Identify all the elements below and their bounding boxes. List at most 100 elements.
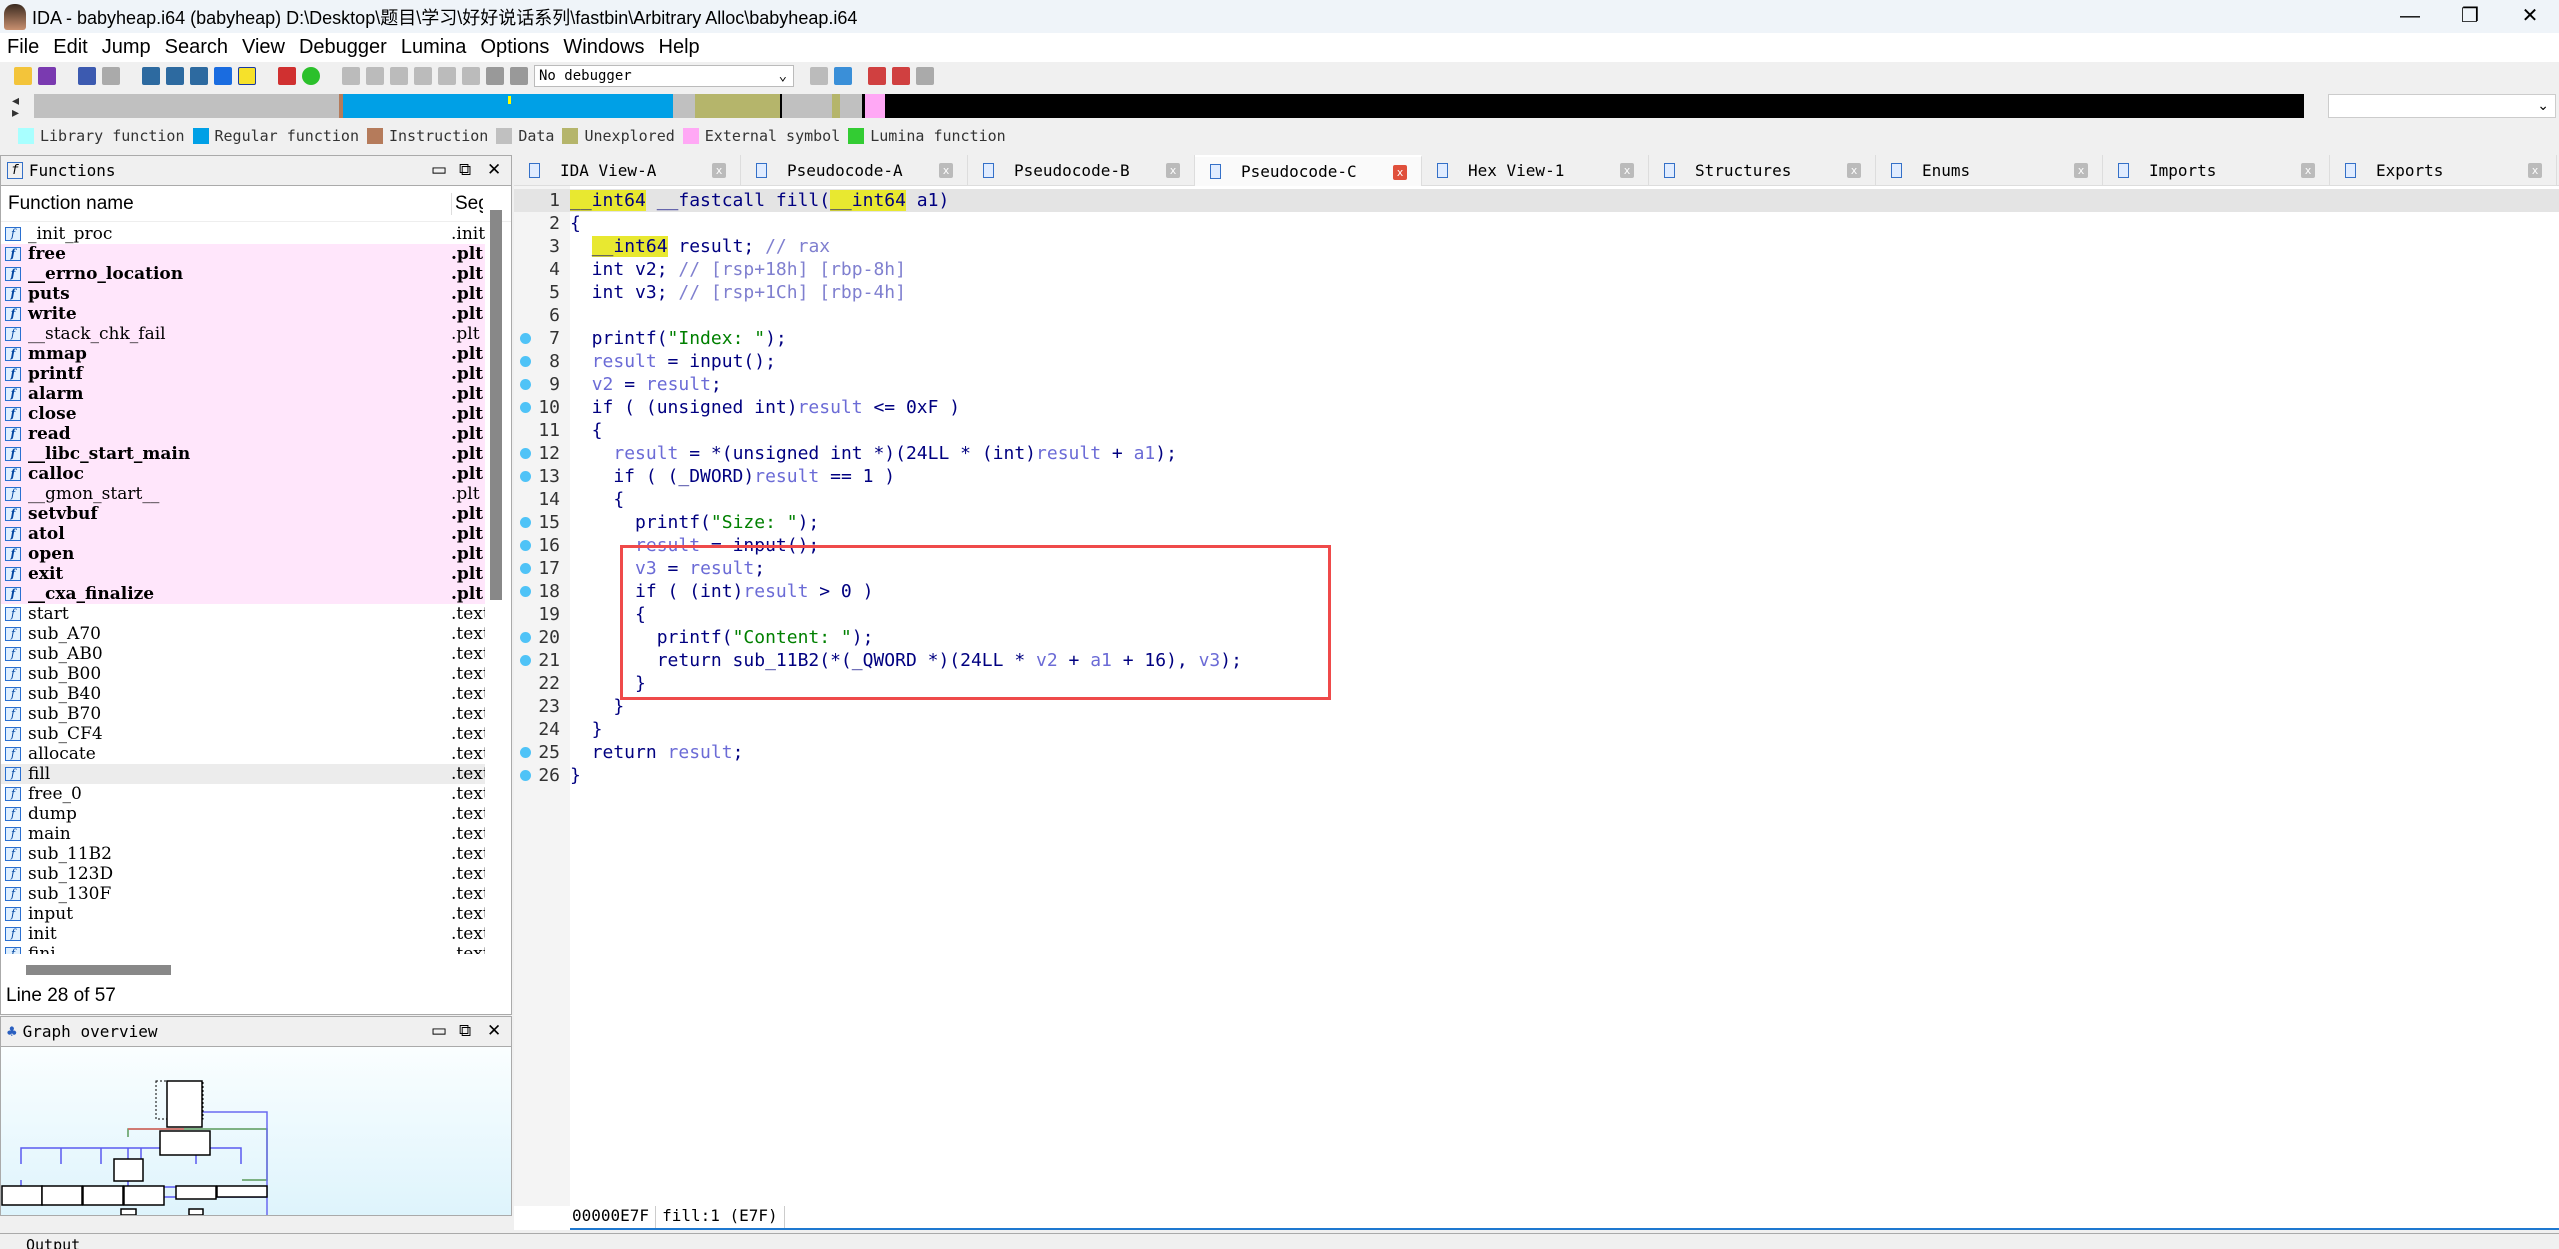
tab-enums[interactable]: Enums x bbox=[1876, 155, 2103, 186]
function-row[interactable]: f puts .plt bbox=[1, 284, 485, 304]
column-function-name[interactable]: Function name bbox=[8, 193, 134, 215]
tab-exports[interactable]: Exports x bbox=[2330, 155, 2557, 186]
code-line[interactable]: 1 __int64 __fastcall fill(__int64 a1) bbox=[514, 189, 2559, 212]
nav-band-combo[interactable]: ⌄ bbox=[2328, 94, 2556, 118]
function-row[interactable]: f sub_B70 .text bbox=[1, 704, 485, 724]
function-row[interactable]: finput .text bbox=[1, 904, 485, 924]
menu-options[interactable]: Options bbox=[473, 36, 556, 59]
function-row[interactable]: f close .plt bbox=[1, 404, 485, 424]
open-icon[interactable] bbox=[14, 67, 32, 85]
pause-icon[interactable] bbox=[486, 67, 504, 85]
code-line[interactable]: 8 result = input(); bbox=[514, 350, 2559, 373]
graph-overview-canvas[interactable] bbox=[1, 1047, 511, 1215]
code-line[interactable]: 24 } bbox=[514, 718, 2559, 741]
function-row[interactable]: f setvbuf .plt bbox=[1, 504, 485, 524]
function-row[interactable]: f exit .plt bbox=[1, 564, 485, 584]
menu-jump[interactable]: Jump bbox=[95, 36, 158, 59]
code-line[interactable]: 12 result = *(unsigned int *)(24LL * (in… bbox=[514, 442, 2559, 465]
tab-pseudocode-a[interactable]: Pseudocode-A x bbox=[741, 155, 968, 186]
close-panel-icon[interactable]: ✕ bbox=[487, 160, 501, 180]
code-line[interactable]: 25 return result; bbox=[514, 741, 2559, 764]
code-line[interactable]: 6 bbox=[514, 304, 2559, 327]
maximize-panel-icon[interactable]: ▭ bbox=[431, 1021, 447, 1041]
function-row[interactable]: fdump .text bbox=[1, 804, 485, 824]
back-icon[interactable] bbox=[78, 67, 96, 85]
function-row[interactable]: f __cxa_finalize .plt bbox=[1, 584, 485, 604]
ascii-icon[interactable] bbox=[390, 67, 408, 85]
menu-help[interactable]: Help bbox=[652, 36, 707, 59]
float-panel-icon[interactable]: ⧉ bbox=[459, 1021, 471, 1041]
close-button[interactable]: ✕ bbox=[2500, 0, 2559, 33]
close-tab-icon[interactable]: x bbox=[2074, 163, 2088, 178]
close-tab-icon[interactable]: x bbox=[2528, 163, 2542, 178]
function-row[interactable]: f __errno_location .plt bbox=[1, 264, 485, 284]
tab-pseudocode-c[interactable]: Pseudocode-C x bbox=[1195, 155, 1422, 186]
play-icon[interactable] bbox=[462, 67, 480, 85]
function-row[interactable]: f sub_AB0 .text bbox=[1, 644, 485, 664]
forward-icon[interactable] bbox=[102, 67, 120, 85]
code-line[interactable]: 5 int v3; // [rsp+1Ch] [rbp-4h] bbox=[514, 281, 2559, 304]
function-row[interactable]: f sub_B40 .text bbox=[1, 684, 485, 704]
run-icon[interactable] bbox=[834, 67, 852, 85]
function-row[interactable]: fstart .text bbox=[1, 604, 485, 624]
search-text-icon[interactable] bbox=[166, 67, 184, 85]
function-row[interactable]: f free_0 .text bbox=[1, 784, 485, 804]
save-icon[interactable] bbox=[38, 67, 56, 85]
breakpoint-list-icon[interactable] bbox=[868, 67, 886, 85]
close-panel-icon[interactable]: ✕ bbox=[487, 1021, 501, 1041]
search-hex-icon[interactable] bbox=[142, 67, 160, 85]
tab-structures[interactable]: Structures x bbox=[1649, 155, 1876, 186]
nav-band-arrows[interactable]: ◂ ▸ bbox=[12, 93, 19, 119]
maximize-button[interactable]: ❐ bbox=[2440, 0, 2500, 33]
menu-edit[interactable]: Edit bbox=[46, 36, 94, 59]
close-tab-icon[interactable]: x bbox=[1620, 163, 1634, 178]
function-row[interactable]: f __libc_start_main .plt bbox=[1, 444, 485, 464]
stop-icon[interactable] bbox=[510, 67, 528, 85]
code-icon[interactable] bbox=[342, 67, 360, 85]
function-row[interactable]: f sub_130F .text bbox=[1, 884, 485, 904]
close-tab-icon[interactable]: x bbox=[939, 163, 953, 178]
jump-down-icon[interactable] bbox=[214, 67, 232, 85]
function-row[interactable]: f sub_B00 .text bbox=[1, 664, 485, 684]
function-row[interactable]: f sub_123D .text bbox=[1, 864, 485, 884]
function-row[interactable]: finit .text bbox=[1, 924, 485, 944]
code-line[interactable]: 11 { bbox=[514, 419, 2559, 442]
function-row[interactable]: ffill .text bbox=[1, 764, 485, 784]
code-line[interactable]: 7 printf("Index: "); bbox=[514, 327, 2559, 350]
function-row[interactable]: f read .plt bbox=[1, 424, 485, 444]
code-line[interactable]: 3 __int64 result; // rax bbox=[514, 235, 2559, 258]
analysis-icon[interactable] bbox=[278, 67, 296, 85]
code-line[interactable]: 13 if ( (_DWORD)result == 1 ) bbox=[514, 465, 2559, 488]
menu-lumina[interactable]: Lumina bbox=[394, 36, 474, 59]
function-row[interactable]: f _init_proc .init bbox=[1, 224, 485, 244]
close-tab-icon[interactable]: x bbox=[1166, 163, 1180, 178]
function-row[interactable]: f sub_A70 .text bbox=[1, 624, 485, 644]
tab-pseudocode-b[interactable]: Pseudocode-B x bbox=[968, 155, 1195, 186]
function-row[interactable]: fmain .text bbox=[1, 824, 485, 844]
code-line[interactable]: 14 { bbox=[514, 488, 2559, 511]
functions-horizontal-scrollbar[interactable] bbox=[26, 965, 171, 975]
code-line[interactable]: 2{ bbox=[514, 212, 2559, 235]
delete-breakpoint-icon[interactable] bbox=[916, 67, 934, 85]
function-row[interactable]: f printf .plt bbox=[1, 364, 485, 384]
maximize-panel-icon[interactable]: ▭ bbox=[431, 160, 447, 180]
add-breakpoint-icon[interactable] bbox=[892, 67, 910, 85]
code-line[interactable]: 4 int v2; // [rsp+18h] [rbp-8h] bbox=[514, 258, 2559, 281]
function-row[interactable]: f open .plt bbox=[1, 544, 485, 564]
functions-vertical-scrollbar[interactable] bbox=[490, 210, 502, 600]
tab-hex-view-1[interactable]: Hex View-1 x bbox=[1422, 155, 1649, 186]
code-line[interactable]: 15 printf("Size: "); bbox=[514, 511, 2559, 534]
function-row[interactable]: f __gmon_start__ .plt bbox=[1, 484, 485, 504]
float-panel-icon[interactable]: ⧉ bbox=[459, 160, 471, 180]
search-imm-icon[interactable] bbox=[190, 67, 208, 85]
function-row[interactable]: f __stack_chk_fail .plt bbox=[1, 324, 485, 344]
attach-icon[interactable] bbox=[810, 67, 828, 85]
function-row[interactable]: ffini .text bbox=[1, 944, 485, 954]
code-line[interactable]: 10 if ( (unsigned int)result <= 0xF ) bbox=[514, 396, 2559, 419]
menu-debugger[interactable]: Debugger bbox=[292, 36, 394, 59]
function-row[interactable]: f alarm .plt bbox=[1, 384, 485, 404]
menu-view[interactable]: View bbox=[235, 36, 292, 59]
green-light-icon[interactable] bbox=[302, 67, 320, 85]
code-line[interactable]: 26} bbox=[514, 764, 2559, 787]
column-segment[interactable]: Segment bbox=[451, 192, 483, 215]
